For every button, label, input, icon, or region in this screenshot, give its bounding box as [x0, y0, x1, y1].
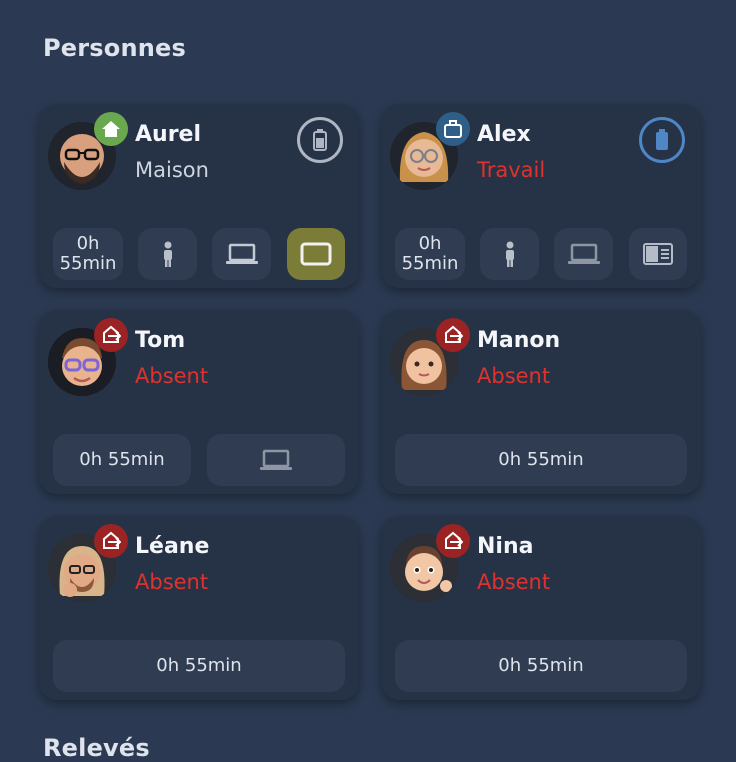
person-status: Absent	[135, 364, 209, 388]
laptop-icon	[225, 243, 258, 264]
person-card-nina[interactable]: Nina Absent 0h 55min	[381, 516, 701, 700]
duration-line1: 0h	[418, 233, 442, 254]
battery-icon	[639, 117, 685, 163]
person-status: Absent	[135, 570, 209, 594]
tablet-device-button[interactable]	[287, 228, 345, 280]
person-card-tom[interactable]: Tom Absent 0h 55min	[39, 310, 359, 494]
person-card-leane[interactable]: Léane Absent 0h 55min	[39, 516, 359, 700]
person-name: Léane	[135, 534, 210, 559]
person-card-alex[interactable]: Alex Travail 0h 55min	[381, 104, 701, 288]
person-card-manon[interactable]: Manon Absent 0h 55min	[381, 310, 701, 494]
leave-home-icon	[436, 524, 470, 558]
duration-pill: 0h 55min	[395, 640, 687, 692]
leave-home-icon	[94, 524, 128, 558]
leave-home-icon	[94, 318, 128, 352]
person-name: Aurel	[135, 122, 201, 147]
house-icon	[94, 112, 128, 146]
person-status: Travail	[477, 158, 546, 182]
section-title-people: Personnes	[43, 34, 187, 62]
briefcase-icon	[436, 112, 470, 146]
tablet-icon	[300, 242, 332, 266]
laptop-icon	[260, 449, 292, 470]
person-name: Manon	[477, 328, 561, 353]
person-icon	[505, 241, 514, 267]
duration-line2: 55min	[59, 253, 117, 274]
ereader-icon	[643, 243, 673, 265]
battery-icon	[297, 117, 343, 163]
duration-pill: 0h 55min	[395, 434, 687, 486]
section-title-readings: Relevés	[43, 734, 150, 762]
person-status: Absent	[477, 570, 551, 594]
person-status: Maison	[135, 158, 209, 182]
laptop-icon	[567, 243, 600, 264]
duration-pill: 0h 55min	[395, 228, 465, 280]
duration-pill: 0h 55min	[53, 434, 191, 486]
ereader-device-button[interactable]	[629, 228, 687, 280]
duration-line2: 55min	[401, 253, 459, 274]
person-name: Alex	[477, 122, 531, 147]
person-device-button[interactable]	[480, 228, 539, 280]
laptop-device-button[interactable]	[212, 228, 271, 280]
laptop-device-button[interactable]	[207, 434, 345, 486]
person-status: Absent	[477, 364, 551, 388]
person-name: Nina	[477, 534, 534, 559]
person-name: Tom	[135, 328, 186, 353]
person-icon	[163, 241, 172, 267]
duration-pill: 0h 55min	[53, 228, 123, 280]
person-card-aurel[interactable]: Aurel Maison 0h 55min	[39, 104, 359, 288]
duration-line1: 0h	[76, 233, 100, 254]
person-device-button[interactable]	[138, 228, 197, 280]
laptop-device-button[interactable]	[554, 228, 613, 280]
duration-pill: 0h 55min	[53, 640, 345, 692]
leave-home-icon	[436, 318, 470, 352]
